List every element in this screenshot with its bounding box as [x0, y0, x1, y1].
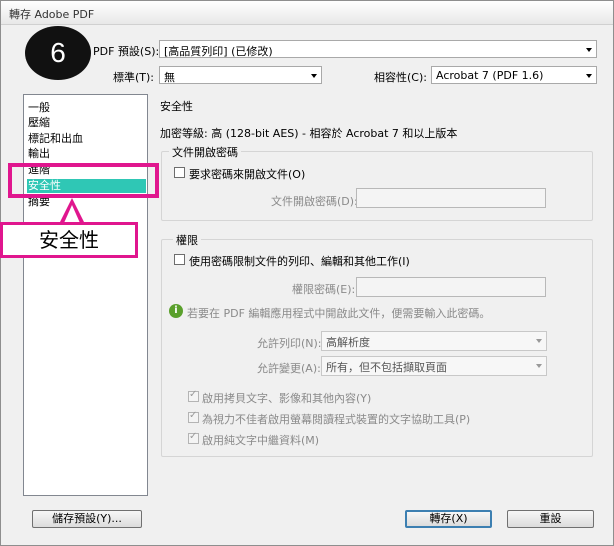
open-password-label: 文件開啟密碼(D):: [271, 195, 358, 208]
save-preset-button[interactable]: 儲存預設(Y)...: [32, 510, 142, 528]
permissions-password-field[interactable]: [356, 277, 546, 297]
require-password-checkbox[interactable]: [174, 167, 185, 178]
open-password-group: [161, 151, 593, 221]
chevron-down-icon: [311, 74, 317, 78]
changes-label: 允許變更(A):: [257, 362, 321, 375]
printing-value: 高解析度: [326, 336, 370, 349]
changes-value: 所有，但不包括擷取頁面: [326, 361, 447, 374]
standard-select[interactable]: 無: [159, 66, 322, 84]
permissions-info: 若要在 PDF 編輯應用程式中開啟此文件，便需要輸入此密碼。: [187, 307, 491, 320]
chevron-down-icon: [586, 48, 592, 52]
copy-content-checkbox[interactable]: [188, 389, 199, 402]
security-highlight-box: [8, 163, 159, 198]
compat-label: 相容性(C):: [374, 71, 427, 84]
preset-value: [高品質列印] (已修改): [164, 45, 273, 58]
encryption-level: 加密等級: 高 (128-bit AES) - 相容於 Acrobat 7 和以…: [160, 127, 458, 140]
step-number-badge: 6: [25, 26, 91, 80]
title-bar: 轉存 Adobe PDF: [1, 1, 613, 25]
sidebar-item-compression[interactable]: 壓縮: [27, 116, 146, 130]
callout-pointer-inner: [64, 205, 80, 223]
preset-select[interactable]: [高品質列印] (已修改): [159, 40, 597, 58]
open-password-caption: 文件開啟密碼: [169, 144, 241, 160]
sidebar-item-marks-bleeds[interactable]: 標記和出血: [27, 132, 146, 146]
preset-label: PDF 預設(S):: [93, 45, 160, 58]
changes-select[interactable]: 所有，但不包括擷取頁面: [321, 356, 547, 376]
reset-button[interactable]: 重設: [507, 510, 594, 528]
plaintext-metadata-checkbox[interactable]: [188, 431, 199, 444]
plaintext-metadata-label: 啟用純文字中繼資料(M): [202, 434, 320, 447]
standard-value: 無: [164, 71, 175, 84]
printing-label: 允許列印(N):: [257, 337, 322, 350]
panel-title: 安全性: [160, 100, 193, 113]
printing-select[interactable]: 高解析度: [321, 331, 547, 351]
category-list: 一般 壓縮 標記和出血 輸出 進階 安全性 摘要: [23, 94, 148, 496]
export-button[interactable]: 轉存(X): [405, 510, 492, 528]
sidebar-item-general[interactable]: 一般: [27, 101, 146, 115]
export-pdf-dialog: 轉存 Adobe PDF PDF 預設(S): [高品質列印] (已修改) 標準…: [0, 0, 614, 546]
chevron-down-icon: [586, 74, 592, 78]
open-password-field[interactable]: [356, 188, 546, 208]
copy-content-label: 啟用拷貝文字、影像和其他內容(Y): [202, 392, 372, 405]
restrict-permissions-label: 使用密碼限制文件的列印、編輯和其他工作(I): [189, 255, 410, 268]
security-callout: 安全性: [0, 222, 138, 258]
chevron-down-icon: [536, 364, 542, 368]
compat-select[interactable]: Acrobat 7 (PDF 1.6): [431, 66, 597, 84]
restrict-permissions-checkbox[interactable]: [174, 254, 185, 265]
require-password-label: 要求密碼來開啟文件(O): [189, 168, 306, 181]
window-title: 轉存 Adobe PDF: [9, 8, 95, 21]
info-icon: i: [169, 304, 183, 318]
chevron-down-icon: [536, 339, 542, 343]
permissions-caption: 權限: [173, 232, 201, 248]
compat-value: Acrobat 7 (PDF 1.6): [436, 69, 544, 82]
screen-reader-label: 為視力不佳者啟用螢幕閱讀程式裝置的文字協助工具(P): [202, 413, 471, 426]
permissions-password-label: 權限密碼(E):: [292, 283, 356, 296]
screen-reader-checkbox[interactable]: [188, 410, 199, 423]
standard-label: 標準(T):: [113, 71, 155, 84]
sidebar-item-output[interactable]: 輸出: [27, 147, 146, 161]
